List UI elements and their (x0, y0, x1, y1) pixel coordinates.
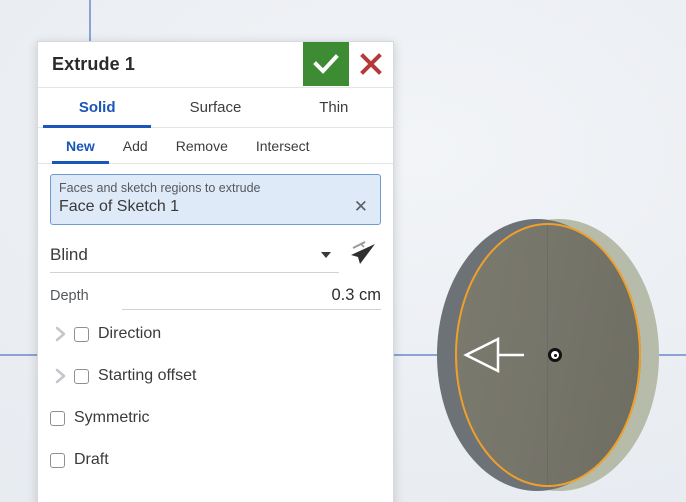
dialog-header-actions (303, 42, 393, 86)
checkbox-direction[interactable] (74, 326, 89, 342)
option-label-starting-offset: Starting offset (98, 367, 197, 384)
selection-row: Face of Sketch 1 ✕ (59, 198, 372, 216)
tab-surface[interactable]: Surface (156, 88, 274, 127)
option-row-starting-offset[interactable]: Starting offset (50, 358, 381, 394)
app-root: Extrude 1 Solid Surface Thin New Add Rem… (0, 0, 686, 502)
option-row-draft[interactable]: Draft (50, 442, 381, 478)
extrude-dialog: Extrude 1 Solid Surface Thin New Add Rem… (37, 41, 394, 502)
chevron-right-icon (55, 326, 66, 342)
expand-chevron-icon[interactable] (50, 365, 72, 387)
checkbox-draft[interactable] (50, 452, 65, 468)
option-label-draft: Draft (74, 451, 109, 468)
extrude-direction-arrow[interactable] (462, 334, 526, 376)
close-x-icon (360, 53, 382, 75)
option-label-symmetric: Symmetric (74, 409, 150, 426)
subtab-add[interactable]: Add (109, 128, 162, 163)
subtab-remove[interactable]: Remove (162, 128, 242, 163)
feature-type-tabs: Solid Surface Thin (38, 88, 393, 128)
dialog-body: Faces and sketch regions to extrude Face… (38, 164, 393, 478)
boolean-operation-tabs: New Add Remove Intersect (38, 128, 393, 164)
depth-row: Depth 0.3 cm (50, 286, 381, 310)
checkbox-symmetric[interactable] (50, 410, 65, 426)
clear-selection-icon[interactable]: ✕ (350, 198, 372, 216)
origin-point[interactable] (548, 348, 562, 362)
depth-label: Depth (50, 288, 89, 304)
selection-field[interactable]: Faces and sketch regions to extrude Face… (50, 174, 381, 225)
subtab-intersect[interactable]: Intersect (242, 128, 324, 163)
option-row-direction[interactable]: Direction (50, 316, 381, 352)
selection-caption: Faces and sketch regions to extrude (59, 181, 261, 195)
checkmark-icon (313, 54, 339, 74)
depth-input[interactable]: 0.3 cm (122, 286, 381, 310)
option-row-symmetric[interactable]: Symmetric (50, 400, 381, 436)
expand-chevron-icon[interactable] (50, 323, 72, 345)
accept-button[interactable] (303, 42, 349, 86)
end-condition-row: Blind (50, 238, 381, 273)
flip-arrow-icon (351, 241, 375, 264)
end-condition-dropdown[interactable]: Blind (50, 238, 339, 273)
checkbox-starting-offset[interactable] (74, 368, 89, 384)
subtab-new[interactable]: New (52, 128, 109, 164)
chevron-right-icon (55, 368, 66, 384)
option-label-direction: Direction (98, 325, 162, 342)
tab-thin[interactable]: Thin (275, 88, 393, 127)
dialog-title: Extrude 1 (52, 54, 135, 74)
chevron-down-icon (321, 251, 331, 258)
dialog-header: Extrude 1 (38, 42, 393, 88)
tab-solid[interactable]: Solid (38, 88, 156, 128)
end-condition-value: Blind (50, 244, 88, 264)
selection-value: Face of Sketch 1 (59, 198, 180, 215)
cancel-button[interactable] (349, 42, 393, 86)
flip-direction-button[interactable] (345, 238, 381, 272)
